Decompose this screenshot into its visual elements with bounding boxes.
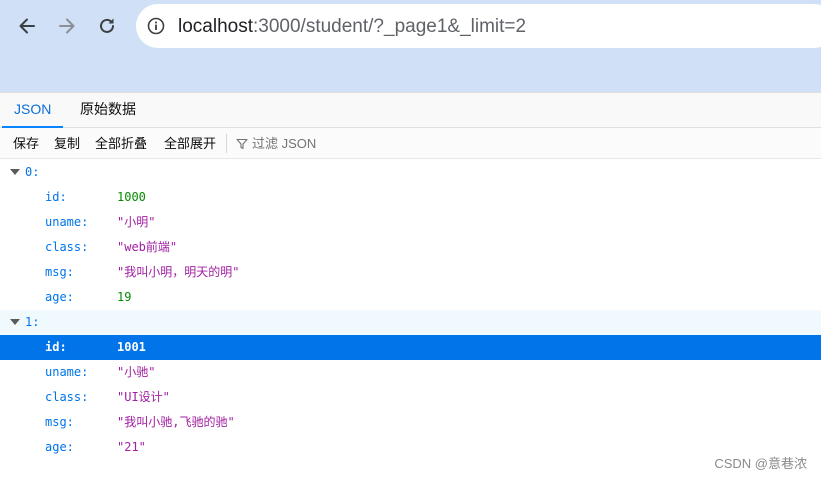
tree-row[interactable]: age: 19	[0, 285, 821, 310]
tree-row-index-0[interactable]: 0:	[0, 160, 821, 185]
json-key: class:	[45, 240, 89, 254]
tab-raw-data[interactable]: 原始数据	[68, 93, 148, 128]
reload-button[interactable]	[91, 10, 123, 42]
tree-row[interactable]: id: 1000	[0, 185, 821, 210]
json-value: "我叫小明，明天的明"	[117, 265, 240, 279]
json-value: 19	[117, 290, 132, 304]
json-value: "小明"	[117, 215, 156, 229]
arrow-right-icon	[59, 18, 75, 34]
tree-row[interactable]: class: "UI设计"	[0, 385, 821, 410]
address-bar[interactable]: localhost:3000/student/?_page1&_limit=2	[136, 4, 821, 48]
funnel-icon	[236, 138, 248, 150]
tree-row[interactable]: age: "21"	[0, 435, 821, 460]
json-key: uname:	[45, 365, 89, 379]
tree-row-selected[interactable]: id: 1001	[0, 335, 821, 360]
tree-row[interactable]: class: "web前端"	[0, 235, 821, 260]
json-value: "我叫小驰,飞驰的驰"	[117, 415, 235, 429]
json-key: age:	[45, 290, 74, 304]
url-text[interactable]: localhost:3000/student/?_page1&_limit=2	[178, 16, 526, 38]
json-value: 1001	[117, 340, 146, 354]
tab-json[interactable]: JSON	[2, 93, 64, 128]
watermark: CSDN @意巷浓	[714, 456, 807, 471]
tree-row[interactable]: msg: "我叫小驰,飞驰的驰"	[0, 410, 821, 435]
json-value: "web前端"	[117, 240, 178, 254]
json-key: id:	[45, 340, 67, 354]
copy-button[interactable]: 复制	[54, 128, 80, 158]
tree-row[interactable]: uname: "小驰"	[0, 360, 821, 385]
save-button[interactable]: 保存	[13, 128, 39, 158]
json-key: uname:	[45, 215, 89, 229]
toolbar-divider	[226, 134, 227, 153]
json-value: "小驰"	[117, 365, 156, 379]
info-circle-icon[interactable]	[146, 16, 166, 36]
arrow-left-icon	[19, 18, 35, 34]
json-key: msg:	[45, 265, 74, 279]
forward-button[interactable]	[51, 10, 83, 42]
filter-input[interactable]: 过滤 JSON	[236, 128, 316, 158]
back-button[interactable]	[11, 10, 43, 42]
expand-all-button[interactable]: 全部展开	[164, 128, 216, 158]
json-key: class:	[45, 390, 89, 404]
json-key: id:	[45, 190, 67, 204]
viewer-tabs: JSON 原始数据	[0, 92, 821, 128]
json-key: age:	[45, 440, 74, 454]
array-index-label: 1:	[25, 315, 40, 329]
reload-icon	[100, 18, 114, 33]
url-path: :3000/student/?_page1&_limit=2	[253, 16, 527, 37]
json-value: "21"	[117, 440, 146, 454]
expand-triangle-icon[interactable]	[10, 319, 20, 325]
tree-row-index-1[interactable]: 1:	[0, 310, 821, 335]
array-index-label: 0:	[25, 165, 40, 179]
tree-row[interactable]: uname: "小明"	[0, 210, 821, 235]
json-value: "UI设计"	[117, 390, 170, 404]
json-key: msg:	[45, 415, 74, 429]
expand-triangle-icon[interactable]	[10, 169, 20, 175]
filter-placeholder: 过滤 JSON	[252, 136, 317, 151]
collapse-all-button[interactable]: 全部折叠	[95, 128, 147, 158]
tree-row[interactable]: msg: "我叫小明，明天的明"	[0, 260, 821, 285]
url-host: localhost	[178, 16, 253, 37]
json-toolbar: 保存 复制 全部折叠 全部展开 过滤 JSON	[0, 128, 821, 159]
json-value: 1000	[117, 190, 146, 204]
browser-toolbar: localhost:3000/student/?_page1&_limit=2	[0, 0, 821, 92]
